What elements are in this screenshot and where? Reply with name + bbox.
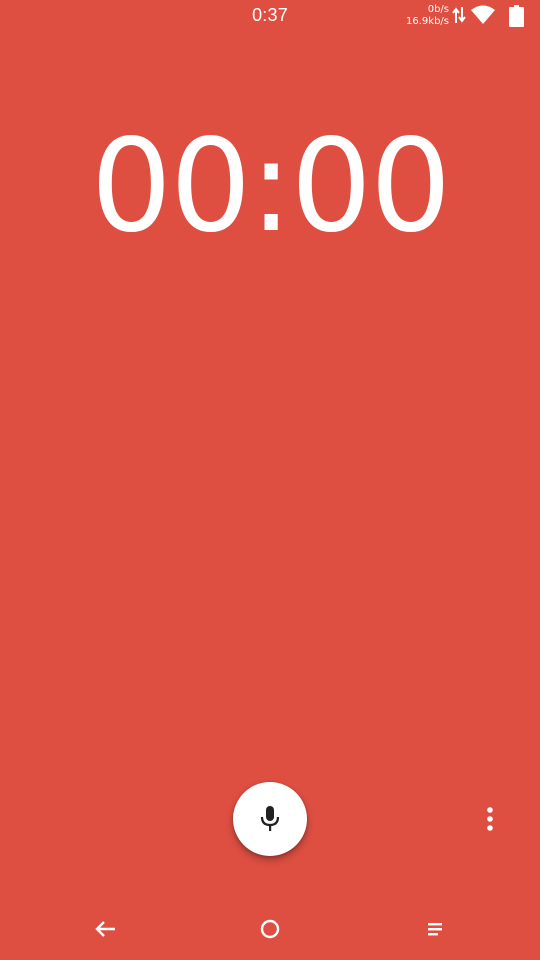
upload-speed: 0b/s bbox=[427, 4, 449, 15]
back-icon bbox=[95, 921, 115, 937]
battery-icon bbox=[509, 5, 524, 27]
more-vert-icon bbox=[487, 807, 493, 831]
network-speed: 0b/s 16.9kb/s bbox=[406, 4, 449, 28]
wifi-icon bbox=[471, 5, 495, 24]
timer-display: 00:00 bbox=[90, 112, 452, 261]
download-speed: 16.9kb/s bbox=[406, 16, 449, 27]
back-button[interactable] bbox=[85, 914, 125, 944]
home-icon bbox=[260, 919, 280, 939]
data-transfer-icon bbox=[452, 7, 466, 23]
overflow-menu-button[interactable] bbox=[474, 800, 506, 838]
home-button[interactable] bbox=[250, 914, 290, 944]
navigation-bar bbox=[0, 900, 540, 960]
recents-button[interactable] bbox=[415, 914, 455, 944]
microphone-icon bbox=[260, 806, 280, 831]
status-bar: 0:37 0b/s 16.9kb/s bbox=[0, 0, 540, 32]
recents-icon bbox=[428, 923, 442, 936]
microphone-button[interactable] bbox=[233, 782, 307, 856]
